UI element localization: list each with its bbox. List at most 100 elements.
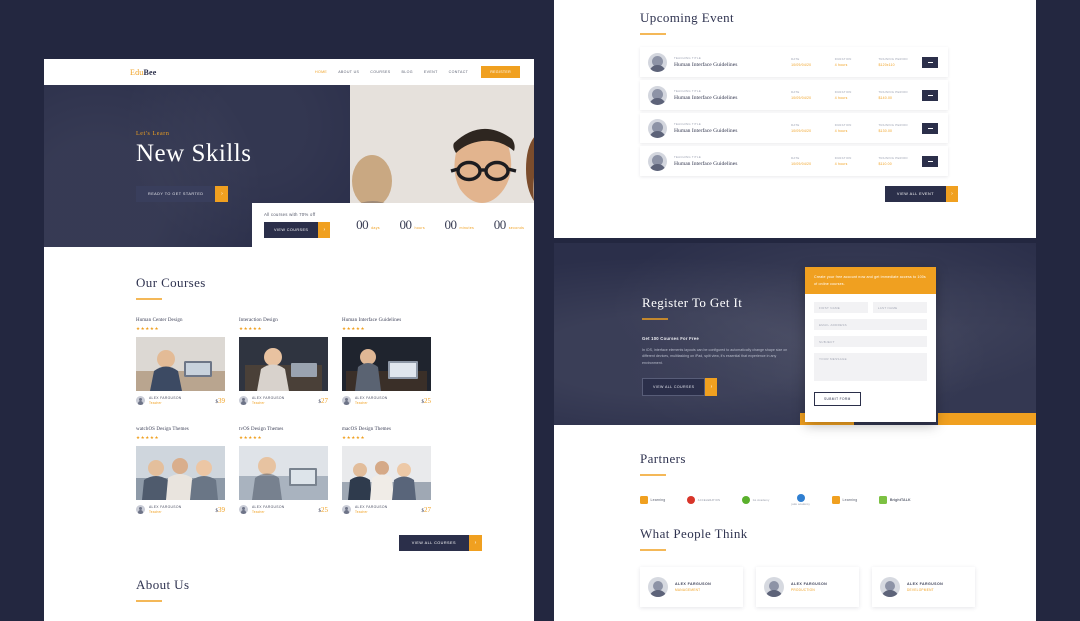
rating-stars-icon: ★★★★★ xyxy=(342,326,366,331)
avatar xyxy=(648,577,668,597)
nav-item-blog[interactable]: BLOG xyxy=(402,70,413,74)
view-courses-group[interactable]: VIEW COURSES › xyxy=(264,222,331,238)
partner-name: Learning xyxy=(842,498,858,502)
submit-form-button[interactable]: SUBMIT FORM xyxy=(814,392,861,407)
avatar xyxy=(648,52,667,72)
last-name-field[interactable]: LAST NAME xyxy=(872,302,927,314)
partner-logo[interactable]: BrightTALK xyxy=(879,496,911,504)
event-action-button[interactable] xyxy=(922,155,938,167)
get-started-button[interactable]: READY TO GET STARTED xyxy=(136,185,216,202)
partner-logo[interactable]: ACCELERATION xyxy=(687,496,720,504)
event-row[interactable]: TEACHING TITLE Human Interface Guideline… xyxy=(640,47,948,77)
price-value: 27 xyxy=(321,396,328,405)
register-button[interactable]: REGISTER xyxy=(481,66,520,78)
subject-field[interactable]: SUBJECT xyxy=(814,336,927,348)
testimonials-heading: What People Think xyxy=(640,526,748,541)
email-field[interactable]: EMAIL ADDRESS xyxy=(814,319,927,331)
duration-label: DURATION xyxy=(834,56,852,61)
rating-stars-icon: ★★★★★ xyxy=(239,435,263,441)
arrow-right-icon[interactable]: › xyxy=(215,185,229,202)
view-all-courses-button[interactable]: VIEW ALL COURSES xyxy=(398,534,469,551)
nav-item-about[interactable]: ABOUT US xyxy=(338,70,359,74)
event-period-col: TRAINING PERIOD $120x110 xyxy=(878,57,922,68)
left-page-panel: EduBee HOME ABOUT US COURSES BLOG EVENT … xyxy=(44,59,534,621)
register-subtitle: Get 100 Courses For Free xyxy=(642,336,699,341)
course-title: macOS Design Themes xyxy=(342,427,392,433)
course-author: ALEX FARGUSON Teacher xyxy=(355,505,388,514)
course-card[interactable]: macOS Design Themes ★★★★★ ALEX FARGUSON … xyxy=(342,427,431,515)
message-field[interactable]: YOUR MESSAGE xyxy=(814,353,927,382)
countdown-unit-hours: 00 hours xyxy=(399,217,425,233)
date-label: DATE xyxy=(791,122,800,127)
partner-logo[interactable]: Learning xyxy=(640,496,665,504)
hero-cta-group[interactable]: READY TO GET STARTED › xyxy=(136,185,350,202)
event-action-button[interactable] xyxy=(922,122,938,134)
avatar xyxy=(648,85,667,105)
course-card[interactable]: watchOS Design Themes ★★★★★ ALEX FARGUSO… xyxy=(136,427,226,515)
partner-logo[interactable]: Learning xyxy=(832,496,857,504)
course-meta: ALEX FARGUSON Teacher $39 xyxy=(136,396,225,406)
price-value: 25 xyxy=(424,396,431,405)
arrow-right-icon[interactable]: › xyxy=(469,534,482,551)
nav-item-contact[interactable]: CONTACT xyxy=(449,70,469,74)
course-card[interactable]: Interaction Design ★★★★★ ALEX FARGUSON T… xyxy=(239,318,328,406)
testimonial-card[interactable]: ALEX FARGUSON MANAGEMENT xyxy=(640,567,743,607)
course-thumbnail xyxy=(136,446,225,501)
testimonial-card[interactable]: ALEX FARGUSON PRODUCTION xyxy=(756,567,859,607)
nav-item-courses[interactable]: COURSES xyxy=(370,70,390,74)
view-all-courses-group[interactable]: VIEW ALL COURSES › xyxy=(136,534,534,551)
event-action-button[interactable] xyxy=(922,89,938,101)
course-thumbnail xyxy=(136,337,225,391)
nav-item-event[interactable]: EVENT xyxy=(424,70,438,74)
course-meta: ALEX FARGUSON Teacher $25 xyxy=(239,505,328,515)
event-duration-col: DURATION 4 hours xyxy=(835,90,879,101)
subject-placeholder: SUBJECT xyxy=(819,339,835,344)
view-all-event-group[interactable]: VIEW ALL EVENT › xyxy=(554,186,1036,202)
course-price: $39 xyxy=(216,506,226,514)
partner-logo[interactable]: jade academy xyxy=(791,494,810,506)
event-action-button[interactable] xyxy=(922,56,938,68)
event-date-col: DATE 10/09/04/20 xyxy=(791,90,835,101)
view-all-courses-button[interactable]: VIEW ALL COURSES xyxy=(642,377,706,396)
course-card[interactable]: Human Center Design ★★★★★ ALEX FARGUSON … xyxy=(136,318,225,406)
duration-value: 4 hours xyxy=(834,96,848,101)
author-role: Teacher xyxy=(355,400,368,405)
arrow-right-icon[interactable]: › xyxy=(946,186,958,202)
logo-text-bee: Bee xyxy=(143,67,157,77)
event-row[interactable]: TEACHING TITLE Human Interface Guideline… xyxy=(640,113,948,143)
rating-stars-icon: ★★★★★ xyxy=(136,435,160,441)
training-period-label: TRAINING PERIOD xyxy=(878,122,908,127)
partner-name: ACCELERATION xyxy=(697,498,721,502)
countdown-label: hours xyxy=(414,226,425,230)
event-row[interactable]: TEACHING TITLE Human Interface Guideline… xyxy=(640,80,948,110)
partner-mark-icon xyxy=(742,496,751,504)
event-date-col: DATE 10/09/04/20 xyxy=(791,57,835,68)
register-cta-group[interactable]: VIEW ALL COURSES › xyxy=(642,377,798,396)
upcoming-event-panel: Upcoming Event TEACHING TITLE Human Inte… xyxy=(554,0,1036,238)
testimonial-card[interactable]: ALEX FARGUSON DEVELOPMENT xyxy=(872,567,975,607)
first-name-field[interactable]: FIRST NAME xyxy=(814,302,869,314)
course-author: ALEX FARGUSON Teacher xyxy=(149,505,182,514)
avatar xyxy=(648,151,667,171)
dash-icon xyxy=(927,61,933,63)
course-card[interactable]: tvOS Design Themes ★★★★★ ALEX FARGUSON T… xyxy=(239,427,328,515)
testimonials-section: What People Think ALEX FARGUSON MANAGEME… xyxy=(554,506,1036,607)
date-label: DATE xyxy=(791,56,800,61)
course-thumbnail xyxy=(342,337,431,391)
event-date-col: DATE 10/09/04/20 xyxy=(791,156,835,167)
person-name: ALEX FARGUSON xyxy=(791,582,828,586)
view-all-event-button[interactable]: VIEW ALL EVENT xyxy=(884,186,946,202)
event-row[interactable]: TEACHING TITLE Human Interface Guideline… xyxy=(640,146,948,176)
partner-mark-icon xyxy=(687,496,696,504)
course-card[interactable]: Human Interface Guidelines ★★★★★ ALEX FA… xyxy=(342,318,431,406)
arrow-right-icon[interactable]: › xyxy=(705,377,718,396)
site-logo[interactable]: EduBee xyxy=(130,68,157,77)
nav-item-home[interactable]: HOME xyxy=(315,70,327,74)
partner-logo[interactable]: GL Academy xyxy=(742,496,769,504)
training-period-label: TRAINING PERIOD xyxy=(878,89,908,94)
arrow-right-icon[interactable]: › xyxy=(318,222,331,238)
price-value: 27 xyxy=(424,505,431,514)
message-placeholder: YOUR MESSAGE xyxy=(819,357,847,362)
teaching-title-label: TEACHING TITLE xyxy=(674,89,701,93)
view-courses-button[interactable]: VIEW COURSES xyxy=(264,222,319,238)
